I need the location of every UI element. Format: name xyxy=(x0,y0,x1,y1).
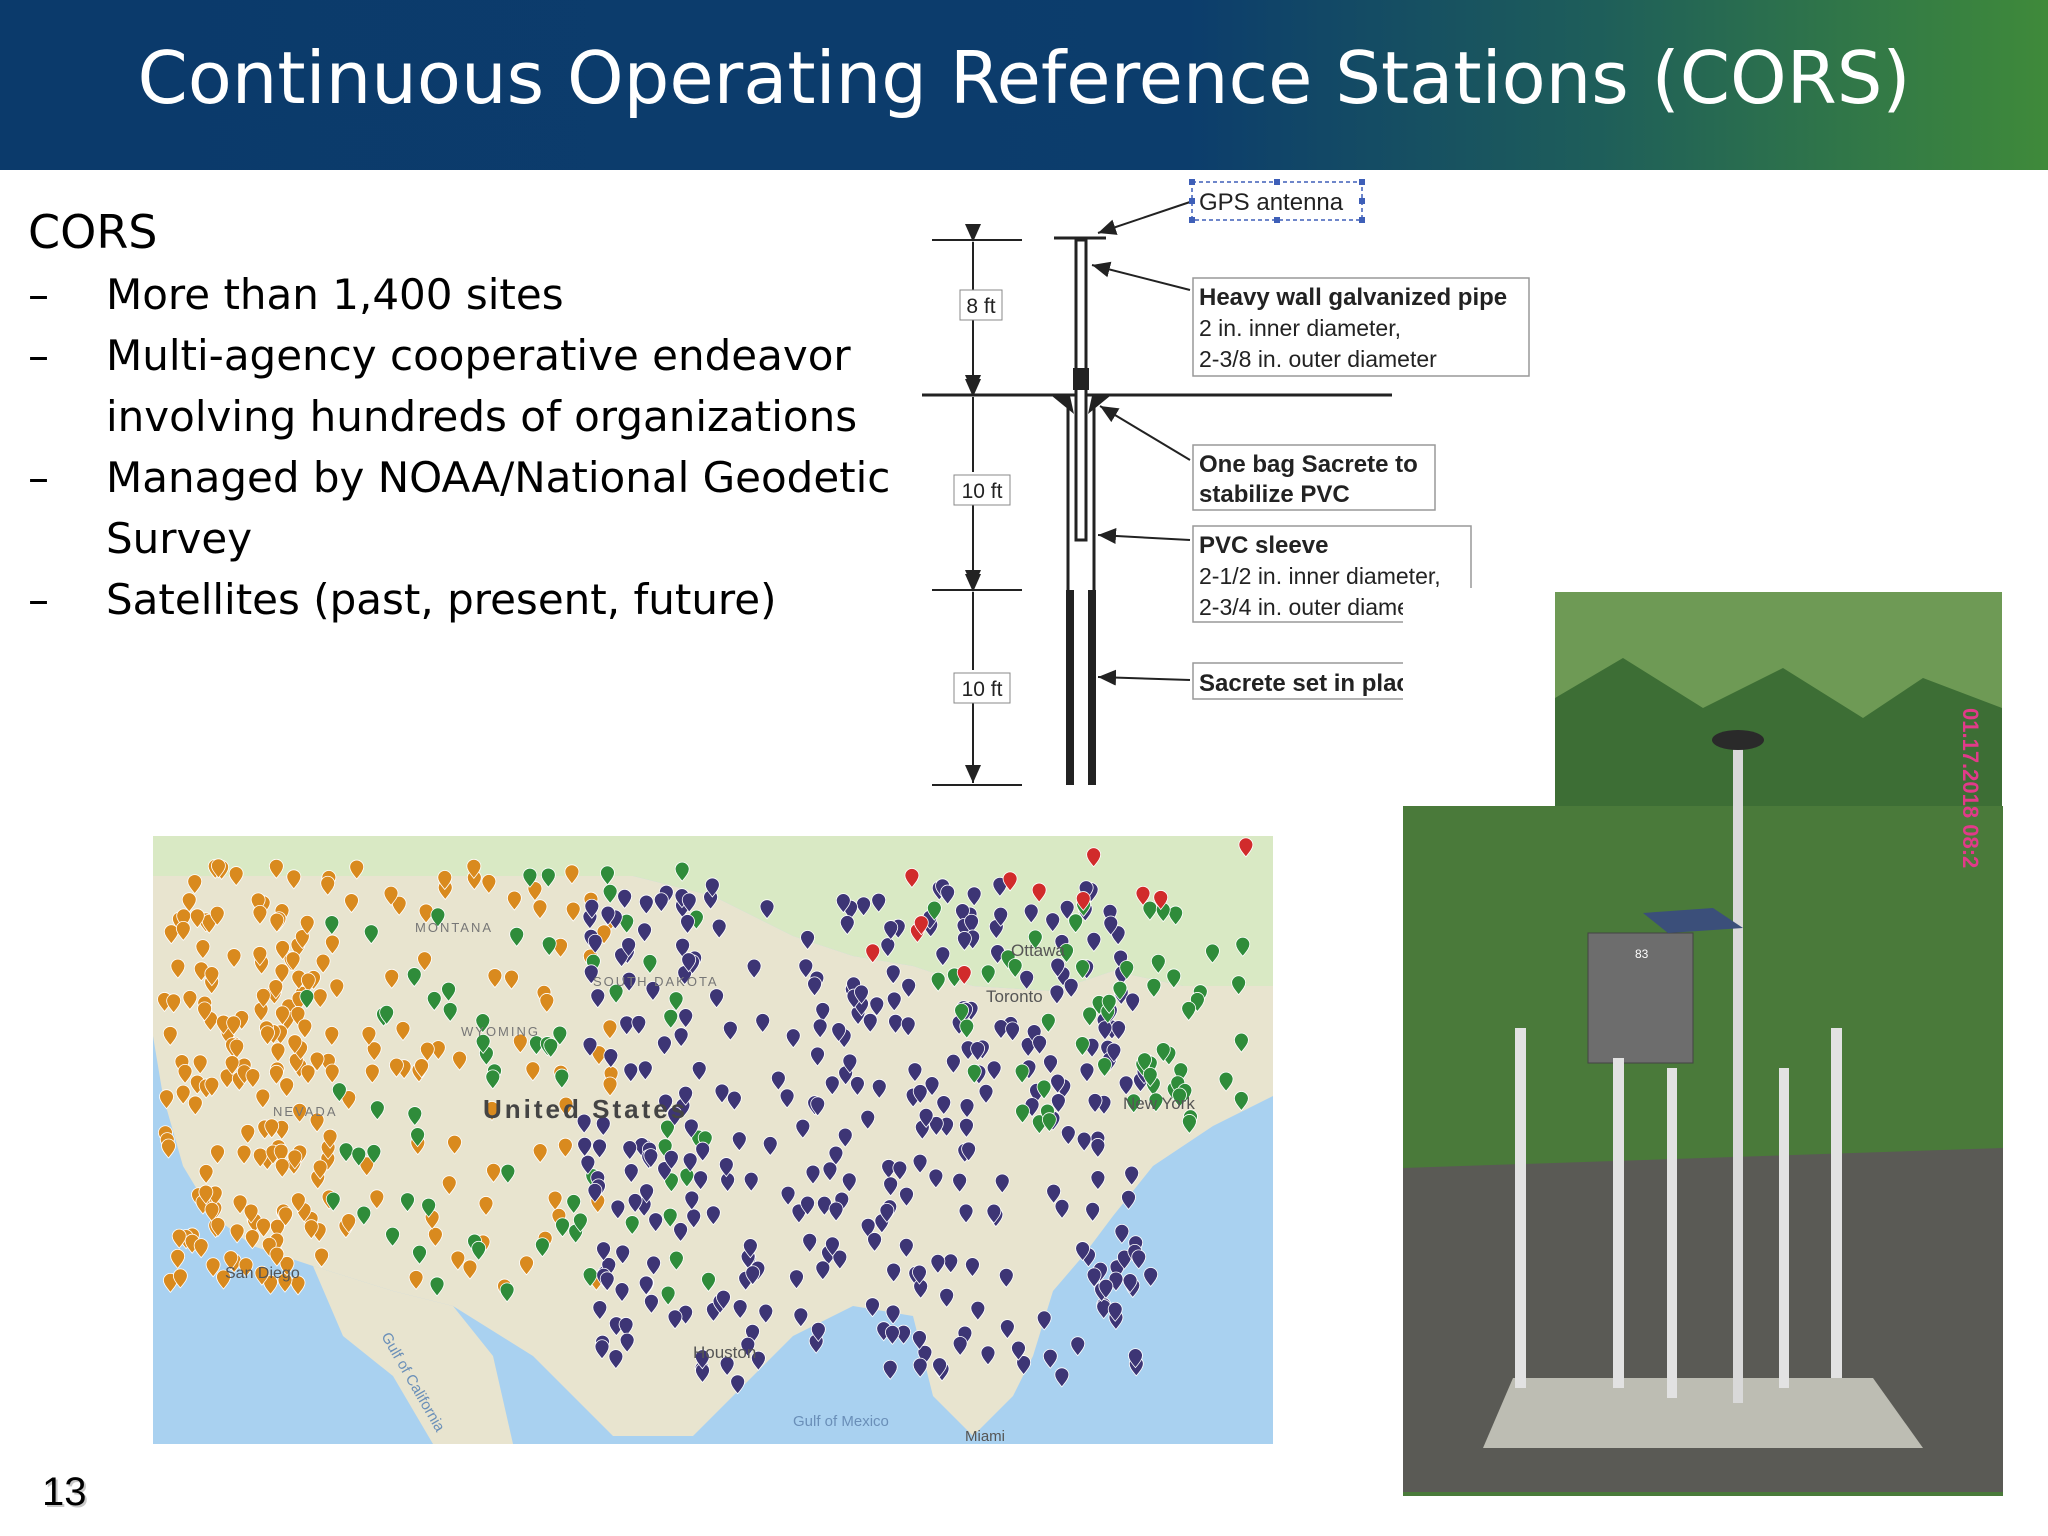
sleeve-title: PVC sleeve xyxy=(1199,532,1328,559)
bullet-item: – More than 1,400 sites xyxy=(28,264,918,325)
bullet-dash: – xyxy=(28,270,49,319)
photo-antenna-mast xyxy=(1733,743,1743,1403)
body-text: CORS – More than 1,400 sites – Multi-age… xyxy=(28,200,918,630)
pipe-title: Heavy wall galvanized pipe xyxy=(1199,284,1507,311)
pipe-inner-diameter: 2 in. inner diameter, xyxy=(1199,315,1401,341)
bullet-text-continued: involving hundreds of organizations xyxy=(106,392,858,441)
station-photo-svg: 83 01.17.2018 08:2 xyxy=(1403,588,2003,1498)
bullet-item: – Multi-agency cooperative endeavor invo… xyxy=(28,325,918,447)
bullet-dash: – xyxy=(28,331,49,380)
slide-title: Continuous Operating Reference Stations … xyxy=(137,36,1911,120)
page-number: 13 xyxy=(42,1470,87,1514)
bullet-dash: – xyxy=(28,453,49,502)
dimension-label-10ft-lower: 10 ft xyxy=(962,678,1003,701)
photo-gps-antenna xyxy=(1712,730,1764,750)
title-bar: Continuous Operating Reference Stations … xyxy=(0,0,2048,170)
cors-heading: CORS xyxy=(28,205,158,259)
sacrete-line1: One bag Sacrete to xyxy=(1199,451,1418,478)
pipe-outer-diameter: 2-3/8 in. outer diameter xyxy=(1199,346,1437,372)
dimension-labels: 8 ft 10 ft 10 ft xyxy=(953,289,1011,704)
photo-concrete-pad xyxy=(1483,1378,1923,1448)
bullet-dash: – xyxy=(28,575,49,624)
callout-gps: GPS antenna xyxy=(1189,179,1365,223)
bullet-text-continued: Survey xyxy=(106,514,253,563)
bullet-text: Multi-agency cooperative endeavor xyxy=(106,331,851,380)
map-label-toronto: Toronto xyxy=(986,987,1043,1006)
bullet-item: – Managed by NOAA/National Geodetic Surv… xyxy=(28,447,918,569)
map-label-southdakota: SOUTH DAKOTA xyxy=(593,974,719,989)
map-label-sandiego: San Diego xyxy=(225,1265,300,1282)
sacrete-set-label: Sacrete set in place xyxy=(1199,670,1423,697)
pipe-assembly xyxy=(1052,236,1110,785)
dimension-label-8ft: 8 ft xyxy=(966,295,995,318)
map-label-wyoming: WYOMING xyxy=(461,1024,540,1039)
map-label-miami: Miami xyxy=(965,1428,1005,1444)
map-label-unitedstates: United States xyxy=(483,1094,688,1124)
dimension-label-10ft-upper: 10 ft xyxy=(962,480,1003,503)
bullet-item: – Satellites (past, present, future) xyxy=(28,569,918,630)
photo-box-label: 83 xyxy=(1635,947,1649,961)
sleeve-inner-diameter: 2-1/2 in. inner diameter, xyxy=(1199,563,1441,589)
leader-arrows xyxy=(1091,201,1191,686)
bullet-text: Managed by NOAA/National Geodetic xyxy=(106,453,891,502)
map-svg: Ottawa Toronto New York MONTANA WYOMING … xyxy=(153,836,1273,1444)
bullet-text: More than 1,400 sites xyxy=(106,270,564,319)
bullet-text: Satellites (past, present, future) xyxy=(106,575,777,624)
map-label-ottawa: Ottawa xyxy=(1011,941,1065,960)
callout-pipe: Heavy wall galvanized pipe 2 in. inner d… xyxy=(1192,277,1530,377)
cors-station-map[interactable]: Ottawa Toronto New York MONTANA WYOMING … xyxy=(153,836,1273,1444)
map-label-nevada: NEVADA xyxy=(273,1104,338,1119)
station-photo: 83 01.17.2018 08:2 xyxy=(1403,588,2003,1498)
map-label-montana: MONTANA xyxy=(415,920,493,935)
map-label-gulfmexico: Gulf of Mexico xyxy=(793,1413,889,1430)
bullet-list: – More than 1,400 sites – Multi-agency c… xyxy=(28,264,918,630)
sacrete-line2: stabilize PVC xyxy=(1199,481,1350,508)
map-label-houston: Houston xyxy=(693,1343,756,1362)
sleeve-outer-diameter: 2-3/4 in. outer diameter xyxy=(1199,594,1437,620)
map-label-newyork: New York xyxy=(1123,1094,1195,1113)
callout-sacrete: One bag Sacrete to stabilize PVC xyxy=(1192,444,1436,511)
photo-timestamp: 01.17.2018 08:2 xyxy=(1958,708,1983,868)
gps-antenna-label: GPS antenna xyxy=(1199,189,1344,216)
